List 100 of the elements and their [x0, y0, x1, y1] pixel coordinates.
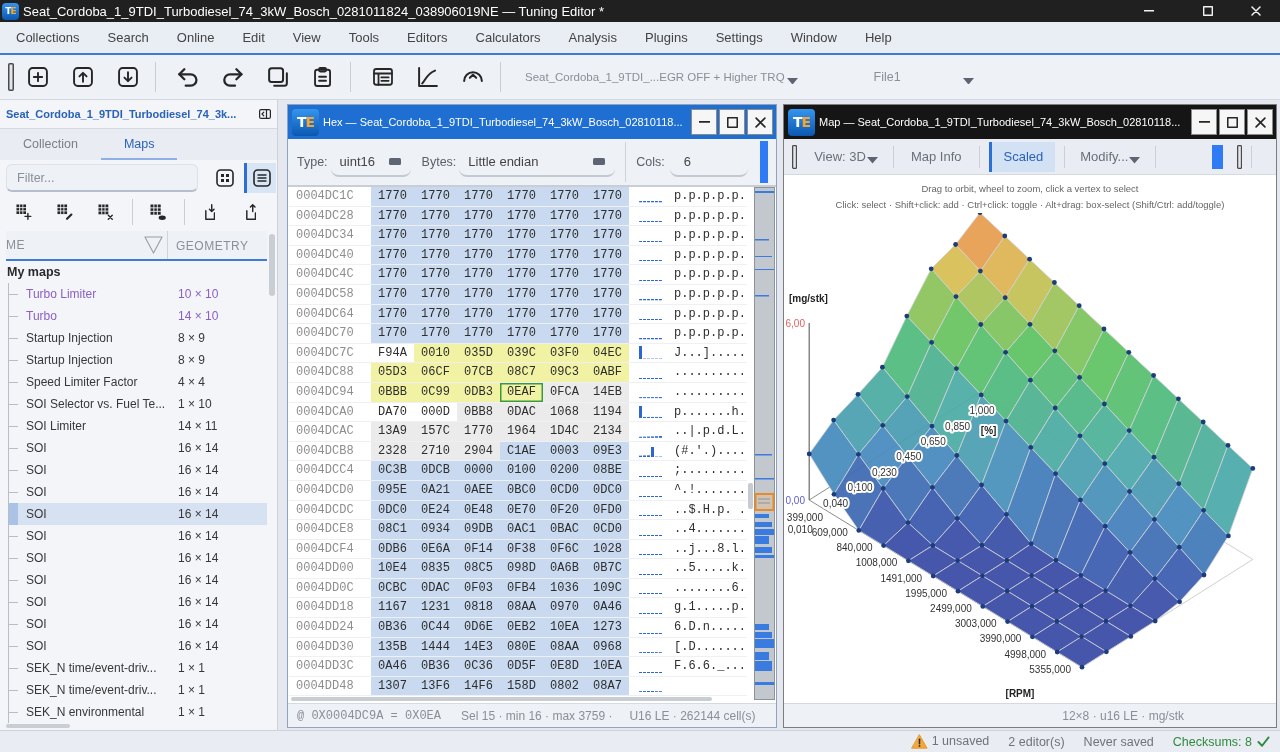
- scrollbar-thumb[interactable]: [748, 483, 753, 509]
- hex-cell[interactable]: 1770: [457, 226, 500, 245]
- hex-cell[interactable]: 1964: [500, 422, 543, 441]
- tree-row[interactable]: SOI Limiter 14 × 11: [9, 415, 267, 437]
- menu-item[interactable]: Calculators: [461, 22, 555, 53]
- menu-item[interactable]: Settings: [701, 22, 777, 53]
- hex-cell[interactable]: 1D4C: [543, 422, 586, 441]
- view-mode-button[interactable]: [244, 163, 276, 193]
- dropdown[interactable]: Modify...: [1074, 141, 1147, 172]
- hex-cell[interactable]: 1770: [457, 187, 500, 206]
- hex-cell[interactable]: 1770: [543, 324, 586, 343]
- tree-row[interactable]: SOI 16 × 14: [9, 459, 267, 481]
- close-button[interactable]: [1247, 109, 1273, 135]
- hex-cell[interactable]: 1770: [586, 187, 629, 206]
- hex-cell[interactable]: 1770: [586, 324, 629, 343]
- tree-row[interactable]: SOI 16 × 14: [9, 503, 267, 525]
- tree-row[interactable]: SEK_N time/event-driv... 1 × 1: [9, 679, 267, 701]
- hex-cell[interactable]: 157C: [414, 422, 457, 441]
- tree-row[interactable]: SOI 16 × 14: [9, 635, 267, 657]
- dock-button[interactable]: [257, 107, 273, 121]
- hex-cell[interactable]: 1770: [371, 226, 414, 245]
- tree-row[interactable]: SOI 16 × 14: [9, 569, 267, 591]
- maximize-button[interactable]: [719, 109, 745, 135]
- hex-cell[interactable]: 0D5F: [500, 657, 543, 676]
- hex-cell[interactable]: 08AA: [500, 598, 543, 618]
- scrollbar-thumb[interactable]: [291, 697, 712, 702]
- hex-cell[interactable]: 1770: [500, 324, 543, 343]
- menu-item[interactable]: Help: [850, 22, 906, 53]
- hex-cell[interactable]: 0100: [500, 461, 543, 480]
- toolbar-button[interactable]: Map Info: [902, 141, 970, 172]
- hex-cell[interactable]: 06CF: [414, 363, 457, 382]
- menu-item[interactable]: Window: [776, 22, 851, 53]
- tab[interactable]: Collection: [0, 129, 101, 160]
- hex-cell[interactable]: 1770: [500, 226, 543, 245]
- hex-cell[interactable]: 0AC1: [500, 520, 543, 539]
- menu-item[interactable]: Edit: [228, 22, 279, 53]
- tree-group-label[interactable]: My maps: [6, 261, 267, 283]
- dropdown[interactable]: Little endian: [459, 147, 616, 177]
- hex-cell[interactable]: 0B7C: [586, 559, 629, 578]
- hex-cell[interactable]: 08C1: [371, 520, 414, 539]
- tree-row[interactable]: SOI 16 × 14: [9, 525, 267, 547]
- tree-row[interactable]: SOI 16 × 14: [9, 437, 267, 459]
- tree-row[interactable]: SEK_N time/event-driv... 1 × 1: [9, 657, 267, 679]
- tree-row[interactable]: SOI 16 × 14: [9, 481, 267, 503]
- scrollbar-thumb[interactable]: [269, 234, 275, 296]
- hex-cell[interactable]: 0970: [543, 598, 586, 618]
- dropdown[interactable]: View: 3D: [808, 141, 884, 172]
- hex-cell[interactable]: 2134: [586, 422, 629, 441]
- tree-row[interactable]: Turbo 14 × 10: [9, 305, 267, 327]
- menu-item[interactable]: Tools: [334, 22, 394, 53]
- hex-cell[interactable]: 1770: [457, 422, 500, 441]
- tab[interactable]: Maps: [100, 129, 178, 160]
- hex-cell[interactable]: 0D6E: [457, 618, 500, 637]
- tree-row[interactable]: SOI 16 × 14: [9, 613, 267, 635]
- hex-cell[interactable]: 13A9: [371, 422, 414, 441]
- menu-item[interactable]: View: [278, 22, 335, 53]
- hex-cell[interactable]: 1273: [586, 618, 629, 637]
- hex-cell[interactable]: 1231: [414, 598, 457, 618]
- hex-cell[interactable]: 1770: [457, 265, 500, 284]
- filter-field[interactable]: Filter...: [6, 164, 198, 192]
- hex-cell[interactable]: 1770: [500, 187, 543, 206]
- hex-cell[interactable]: 0C36: [457, 657, 500, 676]
- menu-item[interactable]: Collections: [2, 22, 94, 53]
- hex-cell[interactable]: 05D3: [371, 363, 414, 382]
- number-field[interactable]: 6: [669, 147, 748, 177]
- minimize-button[interactable]: [1191, 109, 1217, 135]
- hex-cell[interactable]: 1770: [414, 226, 457, 245]
- tree-row[interactable]: Startup Injection 8 × 9: [9, 349, 267, 371]
- hex-cell[interactable]: 1770: [500, 265, 543, 284]
- hex-cell[interactable]: 0C44: [414, 618, 457, 637]
- hex-cell[interactable]: 098D: [500, 559, 543, 578]
- tree-row[interactable]: Startup Injection 8 × 9: [9, 327, 267, 349]
- hex-cell[interactable]: 0818: [457, 598, 500, 618]
- toolbar-handle[interactable]: [759, 141, 768, 183]
- menu-item[interactable]: Editors: [393, 22, 462, 53]
- hex-cell[interactable]: 1770: [414, 187, 457, 206]
- hex-cell[interactable]: 0B36: [414, 657, 457, 676]
- hex-cell[interactable]: 0835: [414, 559, 457, 578]
- hex-cell[interactable]: 1770: [371, 187, 414, 206]
- hex-cell[interactable]: 1770: [543, 265, 586, 284]
- hex-cell[interactable]: 1770: [371, 324, 414, 343]
- hex-cell[interactable]: 0E8D: [543, 657, 586, 676]
- hex-cell[interactable]: 07CB: [457, 363, 500, 382]
- tree-row[interactable]: SEK_N environmental 1 × 1: [9, 701, 267, 723]
- hex-cell[interactable]: 1770: [543, 226, 586, 245]
- maximize-button[interactable]: [1219, 109, 1245, 135]
- hex-cell[interactable]: 0DCB: [414, 461, 457, 480]
- tree-row[interactable]: Turbo Limiter 10 × 10: [9, 283, 267, 305]
- hex-cell[interactable]: 0BAC: [543, 520, 586, 539]
- toolbar-handle[interactable]: [1211, 144, 1223, 169]
- hex-cell[interactable]: 10E4: [371, 559, 414, 578]
- tree-row[interactable]: SOI 16 × 14: [9, 591, 267, 613]
- menu-item[interactable]: Online: [162, 22, 229, 53]
- tree-row[interactable]: SOI Selector vs. Fuel Te... 1 × 10: [9, 393, 267, 415]
- hex-cell[interactable]: 1770: [543, 187, 586, 206]
- hex-cell[interactable]: 0C3B: [371, 461, 414, 480]
- dropdown[interactable]: uint16: [330, 147, 411, 177]
- tree-row[interactable]: SOI 16 × 14: [9, 547, 267, 569]
- menu-item[interactable]: Search: [93, 22, 163, 53]
- hex-cell[interactable]: 0ABF: [586, 363, 629, 382]
